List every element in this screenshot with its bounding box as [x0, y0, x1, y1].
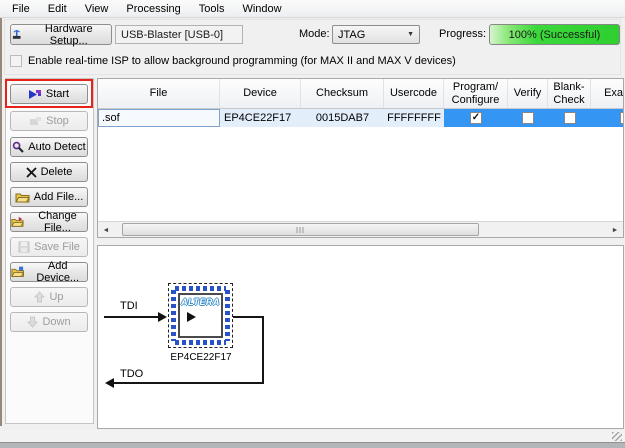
tdo-arrowhead-icon — [105, 378, 114, 388]
mode-select[interactable]: JTAG ▼ — [332, 25, 420, 44]
tdi-label: TDI — [120, 300, 138, 312]
column-header-usercode[interactable]: Usercode — [384, 79, 444, 108]
hardware-icon — [11, 29, 22, 40]
up-button[interactable]: Up — [10, 287, 88, 307]
change-file-button[interactable]: Change File... — [10, 212, 88, 232]
down-button[interactable]: Down — [10, 312, 88, 332]
add-file-button[interactable]: Add File... — [10, 187, 88, 207]
add-device-button[interactable]: Add Device... — [10, 262, 88, 282]
column-header-verify[interactable]: Verify — [508, 79, 548, 108]
tdi-wire — [104, 316, 160, 318]
program-configure-checkbox[interactable] — [470, 112, 482, 124]
chain-wire-right — [233, 316, 264, 318]
scroll-right-button[interactable]: ► — [607, 222, 623, 238]
programmer-window: File Edit View Processing Tools Window H… — [0, 0, 625, 448]
window-left-border — [0, 18, 2, 426]
scrollbar-grip — [296, 227, 305, 233]
chip-play-icon — [187, 312, 196, 322]
change-file-icon — [11, 216, 24, 228]
status-bar — [0, 430, 625, 442]
scrollbar-thumb[interactable] — [122, 223, 479, 236]
save-file-icon — [18, 241, 30, 253]
isp-checkbox[interactable] — [10, 55, 22, 67]
resize-grip[interactable] — [612, 432, 622, 441]
column-header-program-configure[interactable]: Program/ Configure — [444, 79, 508, 108]
horizontal-scrollbar[interactable]: ◄ ► — [98, 221, 623, 237]
menu-bar: File Edit View Processing Tools Window — [0, 0, 625, 18]
start-button[interactable]: Start — [10, 84, 88, 104]
blank-check-cell — [548, 109, 591, 127]
menu-item-view[interactable]: View — [76, 2, 118, 16]
auto-detect-button[interactable]: Auto Detect — [10, 137, 88, 157]
chevron-down-icon: ▼ — [407, 31, 414, 38]
add-file-icon — [15, 191, 30, 203]
progress-bar: 100% (Successful) — [489, 24, 620, 45]
mode-value: JTAG — [338, 29, 365, 41]
progress-label: Progress: — [439, 28, 486, 40]
up-arrow-icon — [34, 291, 45, 303]
tdo-label: TDO — [120, 368, 143, 380]
chip-pins-left — [171, 290, 176, 341]
tdi-arrowhead-icon — [158, 312, 167, 322]
chip-pins-right — [225, 290, 230, 341]
column-header-file[interactable]: File — [98, 79, 220, 108]
checksum-cell[interactable]: 0015DAB7 — [301, 109, 384, 127]
program-configure-cell — [444, 109, 508, 127]
column-header-device[interactable]: Device — [220, 79, 301, 108]
progress-text: 100% (Successful) — [509, 29, 601, 41]
hardware-setup-button[interactable]: Hardware Setup... — [10, 24, 112, 45]
menu-item-edit[interactable]: Edit — [39, 2, 76, 16]
file-table-panel: File Device Checksum Usercode Program/ C… — [97, 78, 624, 238]
examine-checkbox[interactable] — [620, 112, 624, 124]
column-header-examine[interactable]: Examine — [591, 79, 624, 108]
chip-pins-top — [175, 286, 226, 291]
isp-checkbox-label: Enable real-time ISP to allow background… — [28, 55, 456, 67]
altera-logo: ALTERA — [180, 297, 221, 307]
down-arrow-icon — [27, 316, 38, 328]
usercode-cell[interactable]: FFFFFFFF — [384, 109, 444, 127]
menu-item-window[interactable]: Window — [233, 2, 290, 16]
tdo-wire — [114, 382, 264, 384]
file-table-header: File Device Checksum Usercode Program/ C… — [98, 79, 623, 109]
column-header-checksum[interactable]: Checksum — [301, 79, 384, 108]
chip-pins-bottom — [175, 340, 226, 345]
menu-item-tools[interactable]: Tools — [190, 2, 234, 16]
mode-label: Mode: — [299, 28, 330, 40]
blank-check-checkbox[interactable] — [564, 112, 576, 124]
isp-option-row: Enable real-time ISP to allow background… — [10, 55, 456, 67]
device-chip[interactable]: ALTERA — [168, 283, 233, 348]
stop-button[interactable]: Stop — [10, 111, 88, 131]
add-device-icon — [11, 266, 24, 278]
auto-detect-icon — [12, 141, 24, 153]
column-header-blank-check[interactable]: Blank- Check — [548, 79, 591, 108]
scroll-left-button[interactable]: ◄ — [98, 222, 114, 238]
verify-cell — [508, 109, 548, 127]
menu-item-file[interactable]: File — [3, 2, 39, 16]
menu-item-processing[interactable]: Processing — [117, 2, 189, 16]
stop-icon — [29, 116, 42, 127]
delete-button[interactable]: Delete — [10, 162, 88, 182]
save-file-button[interactable]: Save File — [10, 237, 88, 257]
examine-cell — [591, 109, 624, 127]
verify-checkbox[interactable] — [522, 112, 534, 124]
chip-device-name: EP4CE22F17 — [156, 352, 246, 363]
start-icon — [29, 89, 42, 100]
hardware-name-field: USB-Blaster [USB-0] — [115, 25, 243, 44]
device-cell[interactable]: EP4CE22F17 — [220, 109, 301, 127]
hardware-setup-label: Hardware Setup... — [26, 23, 111, 47]
chip-body: ALTERA — [178, 293, 223, 338]
table-row[interactable]: .sof EP4CE22F17 0015DAB7 FFFFFFFF — [98, 109, 623, 127]
delete-icon — [26, 167, 37, 178]
file-cell[interactable]: .sof — [98, 109, 220, 127]
window-bottom-border — [0, 442, 625, 448]
chain-wire-down — [262, 316, 264, 384]
